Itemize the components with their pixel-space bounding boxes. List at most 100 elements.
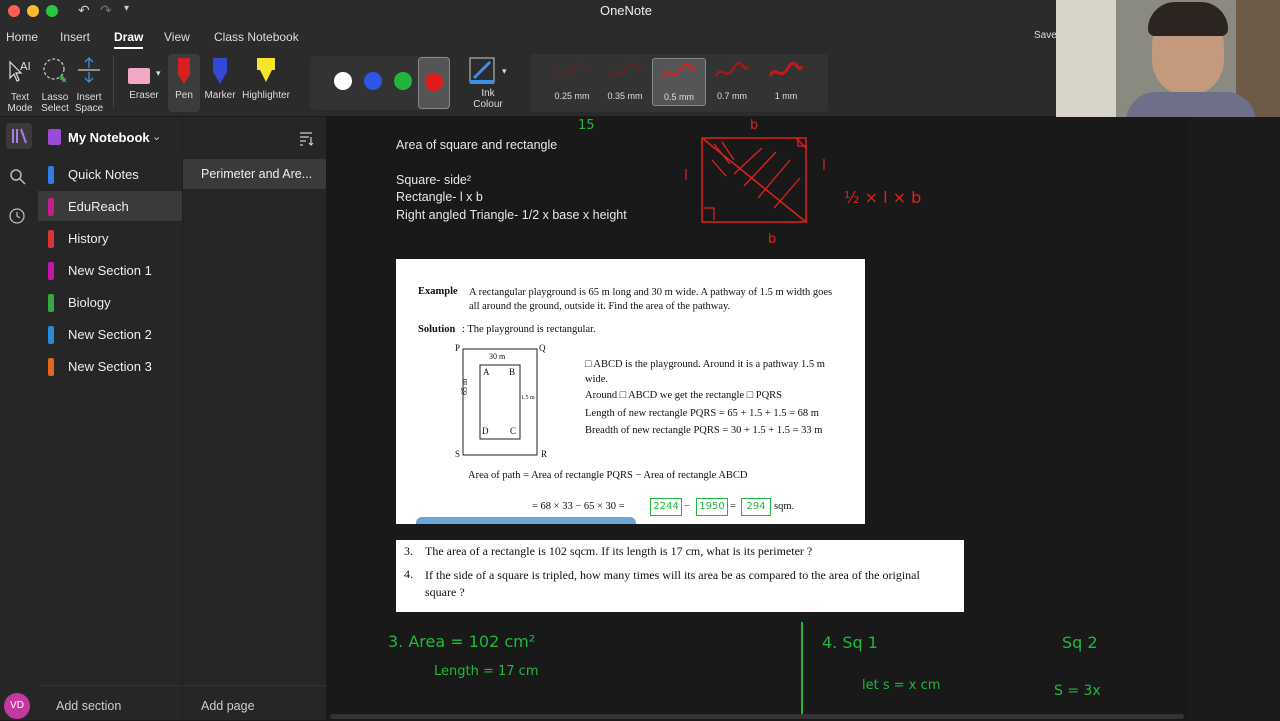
fig-label-c: C — [510, 426, 517, 436]
insert-space-button[interactable]: Insert Space — [72, 54, 106, 114]
ink-answer-3-area: 3. Area = 102 cm² — [388, 632, 536, 651]
eraser-dropdown-icon[interactable]: ▾ — [156, 68, 161, 79]
note-line-square[interactable]: Square- side² — [396, 173, 471, 187]
insert-space-label: Insert Space — [74, 92, 104, 114]
notebooks-button[interactable] — [6, 123, 32, 149]
ink-label-l-left: l — [684, 168, 688, 184]
solution-text: : The playground is rectangular. — [462, 324, 596, 335]
thickness-1[interactable]: 1 mm — [760, 58, 812, 104]
ink-answer-4-heading: 4. Sq 1 — [822, 633, 878, 652]
tab-class-notebook[interactable]: Class Notebook — [214, 30, 299, 44]
lasso-select-button[interactable]: Lasso Select — [38, 54, 72, 114]
avatar[interactable]: VD — [4, 693, 30, 719]
ink-stroke-preview-icon — [714, 61, 750, 77]
questions-image[interactable]: 3. The area of a rectangle is 102 sqcm. … — [396, 540, 964, 612]
note-line-rectangle[interactable]: Rectangle- l x b — [396, 190, 483, 204]
ink-colour-label: Ink Colour — [473, 88, 503, 110]
fig-height-label: 65 m — [460, 378, 469, 395]
thickness-label: 0.7 mm — [716, 91, 747, 101]
section-new-section-1[interactable]: New Section 1 — [38, 255, 182, 285]
fig-gap-label: 1.5 m — [521, 395, 535, 401]
section-biology[interactable]: Biology — [38, 287, 182, 317]
fig-label-q: Q — [539, 343, 546, 353]
color-red-swatch — [425, 73, 443, 91]
ink-boxed-1950: 1950 — [696, 498, 728, 516]
solution-label: Solution — [418, 324, 456, 335]
note-line-title[interactable]: Area of square and rectangle — [396, 138, 557, 152]
ink-triangle-formula: ½ × l × b — [844, 188, 922, 207]
eraser-label: Eraser — [129, 90, 159, 101]
ribbon-divider — [113, 56, 114, 108]
recent-notes-clock-icon[interactable] — [8, 207, 28, 227]
webcam-overlay — [1056, 0, 1280, 118]
fig-label-s: S — [455, 449, 461, 459]
question-3-text: The area of a rectangle is 102 sqcm. If … — [425, 544, 813, 558]
thickness-0-5-selected[interactable]: 0.5 mm — [652, 58, 706, 106]
notebook-name[interactable]: My Notebook — [68, 130, 150, 145]
pen-button[interactable]: Pen — [168, 54, 200, 112]
horizontal-scrollbar[interactable] — [330, 714, 1184, 719]
ink-boxed-2244: 2244 — [650, 498, 682, 516]
ink-answer-3-length: Length = 17 cm — [434, 664, 539, 679]
text-mode-icon: AI — [9, 60, 31, 82]
ink-colour-button[interactable]: ▾ Ink Colour — [466, 54, 512, 114]
canvas-margin — [1188, 117, 1280, 720]
question-4-text: If the side of a square is tripled, how … — [425, 568, 920, 599]
highlighter-button[interactable]: Highlighter — [238, 54, 294, 112]
webcam-background-wall — [1056, 0, 1116, 118]
thickness-label: 0.35 mm — [607, 91, 643, 101]
fig-label-a: A — [483, 367, 490, 377]
example-image[interactable]: Example A rectangular playground is 65 m… — [396, 259, 865, 524]
ink-divider-line — [801, 622, 803, 714]
lasso-select-label: Lasso Select — [41, 92, 69, 114]
tab-view[interactable]: View — [164, 30, 190, 44]
add-page-button[interactable]: Add page — [201, 699, 255, 713]
section-color-tab — [48, 294, 54, 312]
tab-home[interactable]: Home — [6, 30, 38, 44]
search-icon[interactable] — [8, 167, 28, 187]
calc-unit: sqm. — [774, 501, 795, 512]
add-section-button[interactable]: Add section — [56, 699, 121, 713]
example-desc-2: Around □ ABCD we get the rectangle □ PQR… — [585, 390, 782, 401]
thickness-0-25[interactable]: 0.25 mm — [546, 58, 598, 104]
color-green-swatch[interactable] — [394, 72, 412, 90]
example-desc-4: Breadth of new rectangle PQRS = 30 + 1.5… — [585, 425, 823, 436]
tab-insert[interactable]: Insert — [60, 30, 90, 44]
sort-pages-icon[interactable] — [297, 129, 315, 147]
section-label: New Section 3 — [68, 359, 152, 374]
text-mode-button[interactable]: AI Text Mode — [2, 54, 38, 114]
section-quick-notes[interactable]: Quick Notes — [38, 159, 182, 189]
color-red-swatch-selected[interactable] — [418, 57, 450, 109]
section-new-section-2[interactable]: New Section 2 — [38, 319, 182, 349]
example-text: A rectangular playground is 65 m long an… — [469, 287, 833, 312]
calc-minus: − — [684, 501, 690, 512]
example-desc-3: Length of new rectangle PQRS = 65 + 1.5 … — [585, 408, 819, 419]
notebooks-icon — [12, 128, 27, 144]
highlighter-label: Highlighter — [242, 90, 290, 101]
ink-colour-dropdown-icon[interactable]: ▾ — [502, 66, 507, 77]
section-label: EduReach — [68, 199, 129, 214]
section-new-section-3[interactable]: New Section 3 — [38, 351, 182, 381]
thickness-0-35[interactable]: 0.35 mm — [599, 58, 651, 104]
page-title-label: Perimeter and Are... — [201, 167, 313, 181]
page-item-selected[interactable]: Perimeter and Are... — [183, 159, 327, 189]
color-blue-swatch[interactable] — [364, 72, 382, 90]
notebook-dropdown-icon[interactable]: ⌄ — [152, 130, 161, 143]
ink-label-b-bottom: b — [768, 232, 777, 247]
thickness-0-7[interactable]: 0.7 mm — [706, 58, 758, 104]
marker-button[interactable]: Marker — [202, 54, 238, 112]
tab-draw[interactable]: Draw — [114, 30, 144, 49]
thickness-label: 0.25 mm — [554, 91, 590, 101]
note-line-triangle[interactable]: Right angled Triangle- 1/2 x base x heig… — [396, 208, 627, 222]
pages-pane: Perimeter and Are... Add page — [182, 117, 327, 720]
thickness-label: 0.5 mm — [663, 92, 694, 102]
fig-label-d: D — [482, 426, 489, 436]
section-color-tab — [48, 262, 54, 280]
section-history[interactable]: History — [38, 223, 182, 253]
section-edureach[interactable]: EduReach — [38, 191, 182, 221]
ink-stroke-preview-icon — [608, 62, 642, 77]
section-label: New Section 1 — [68, 263, 152, 278]
example-calc-prefix: = 68 × 33 − 65 × 30 = — [532, 501, 625, 512]
eraser-button[interactable]: ▾ Eraser — [122, 54, 166, 112]
color-white-swatch[interactable] — [334, 72, 352, 90]
